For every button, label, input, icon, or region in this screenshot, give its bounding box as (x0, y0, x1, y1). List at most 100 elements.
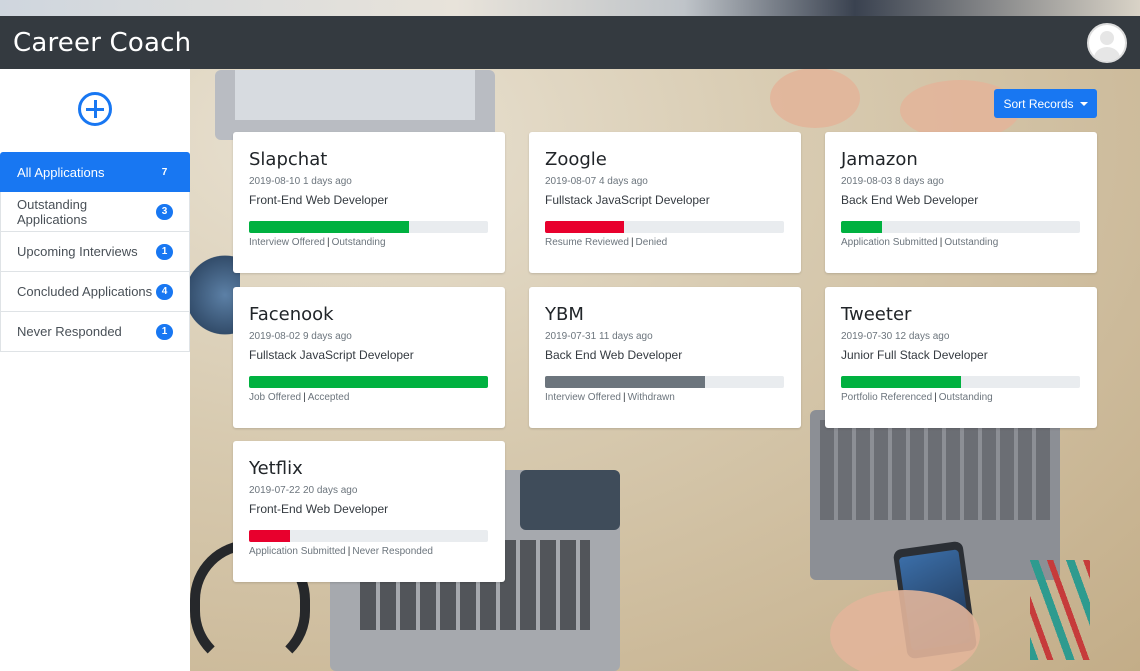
company-name: YBM (545, 304, 584, 325)
background-top-strip (0, 0, 1140, 16)
stage-label: Interview Offered (249, 237, 325, 248)
progress-fill (841, 376, 961, 388)
state-label: Withdrawn (627, 392, 675, 403)
position-title: Junior Full Stack Developer (841, 348, 988, 362)
relative-date: 9 days ago (302, 331, 352, 342)
state-label: Outstanding (331, 237, 386, 248)
date-value: 2019-08-02 (249, 331, 301, 342)
progress-bar (841, 376, 1080, 388)
state-label: Outstanding (938, 392, 993, 403)
company-name: Facenook (249, 304, 334, 325)
application-card[interactable]: Slapchat 2019-08-10 1 days ago Front-End… (233, 132, 505, 273)
stage-label: Application Submitted (249, 546, 346, 557)
position-title: Fullstack JavaScript Developer (545, 193, 710, 207)
sidebar-item-upcoming-interviews[interactable]: Upcoming Interviews 1 (0, 232, 190, 272)
avatar-head-icon (1100, 30, 1114, 45)
background-tablet (520, 470, 620, 530)
card-status: Interview Offered | Outstanding (249, 237, 386, 248)
sidebar: All Applications 7 Outstanding Applicati… (0, 69, 190, 671)
progress-fill (249, 221, 410, 233)
application-card[interactable]: YBM 2019-07-31 11 days ago Back End Web … (529, 287, 801, 428)
stage-label: Interview Offered (545, 392, 621, 403)
user-avatar[interactable] (1087, 22, 1127, 63)
sidebar-item-all-applications[interactable]: All Applications 7 (0, 152, 190, 192)
application-card[interactable]: Facenook 2019-08-02 9 days ago Fullstack… (233, 287, 505, 428)
stage-label: Job Offered (249, 392, 302, 403)
card-date: 2019-08-02 9 days ago (249, 331, 489, 342)
card-date: 2019-07-31 11 days ago (545, 331, 785, 342)
count-badge: 4 (156, 283, 173, 300)
card-status: Interview Offered | Withdrawn (545, 392, 675, 403)
progress-fill (249, 376, 488, 388)
relative-date: 8 days ago (894, 176, 944, 187)
company-name: Zoogle (545, 149, 607, 170)
avatar-body-icon (1094, 46, 1120, 61)
sidebar-item-label: Concluded Applications (17, 284, 153, 299)
progress-bar (841, 221, 1080, 233)
relative-date: 1 days ago (302, 176, 352, 187)
card-status: Application Submitted | Outstanding (841, 237, 999, 248)
relative-date: 4 days ago (598, 176, 648, 187)
position-title: Front-End Web Developer (249, 502, 389, 516)
card-date: 2019-07-22 20 days ago (249, 485, 489, 496)
background-laptop (215, 70, 495, 140)
date-value: 2019-07-22 (249, 485, 301, 496)
date-value: 2019-08-07 (545, 176, 597, 187)
company-name: Tweeter (841, 304, 912, 325)
relative-date: 20 days ago (302, 485, 358, 496)
company-name: Slapchat (249, 149, 328, 170)
position-title: Back End Web Developer (841, 193, 979, 207)
progress-bar (545, 376, 784, 388)
state-label: Denied (635, 237, 668, 248)
count-badge: 1 (156, 243, 173, 260)
sidebar-item-never-responded[interactable]: Never Responded 1 (0, 312, 190, 352)
state-label: Accepted (307, 392, 350, 403)
stage-label: Application Submitted (841, 237, 938, 248)
relative-date: 12 days ago (894, 331, 950, 342)
card-date: 2019-08-10 1 days ago (249, 176, 489, 187)
sidebar-item-label: Never Responded (17, 324, 122, 339)
stage-label: Resume Reviewed (545, 237, 629, 248)
progress-bar (249, 221, 488, 233)
position-title: Front-End Web Developer (249, 193, 389, 207)
count-badge: 1 (156, 323, 173, 340)
card-date: 2019-07-30 12 days ago (841, 331, 1081, 342)
count-badge: 3 (156, 203, 173, 220)
date-value: 2019-08-10 (249, 176, 301, 187)
background-pens (1030, 560, 1090, 660)
sidebar-item-label: Upcoming Interviews (17, 244, 138, 259)
company-name: Jamazon (841, 149, 918, 170)
progress-fill (841, 221, 882, 233)
sidebar-item-outstanding-applications[interactable]: Outstanding Applications 3 (0, 192, 190, 232)
state-label: Never Responded (352, 546, 433, 557)
app-title[interactable]: Career Coach (13, 28, 191, 58)
card-status: Job Offered | Accepted (249, 392, 350, 403)
progress-bar (545, 221, 784, 233)
sidebar-item-label: Outstanding Applications (17, 196, 88, 227)
company-name: Yetflix (249, 458, 303, 479)
sidebar-item-label: All Applications (17, 164, 105, 180)
application-card[interactable]: Yetflix 2019-07-22 20 days ago Front-End… (233, 441, 505, 582)
filter-list: All Applications 7 Outstanding Applicati… (0, 152, 190, 352)
application-card[interactable]: Zoogle 2019-08-07 4 days ago Fullstack J… (529, 132, 801, 273)
background-hand (770, 68, 860, 128)
plus-icon-vertical (93, 100, 97, 118)
add-application-button[interactable] (78, 92, 112, 126)
sort-records-label: Sort Records (1003, 96, 1074, 111)
progress-fill (249, 530, 290, 542)
relative-date: 11 days ago (598, 331, 653, 342)
card-date: 2019-08-03 8 days ago (841, 176, 1081, 187)
progress-bar (249, 530, 488, 542)
stage-label: Portfolio Referenced (841, 392, 933, 403)
date-value: 2019-07-31 (545, 331, 597, 342)
application-card[interactable]: Tweeter 2019-07-30 12 days ago Junior Fu… (825, 287, 1097, 428)
top-navbar: Career Coach (0, 16, 1140, 69)
application-card[interactable]: Jamazon 2019-08-03 8 days ago Back End W… (825, 132, 1097, 273)
background-hand (830, 590, 980, 671)
date-value: 2019-07-30 (841, 331, 893, 342)
sort-records-button[interactable]: Sort Records (994, 89, 1097, 118)
card-status: Portfolio Referenced | Outstanding (841, 392, 993, 403)
card-status: Resume Reviewed | Denied (545, 237, 668, 248)
sidebar-item-concluded-applications[interactable]: Concluded Applications 4 (0, 272, 190, 312)
card-status: Application Submitted | Never Responded (249, 546, 433, 557)
